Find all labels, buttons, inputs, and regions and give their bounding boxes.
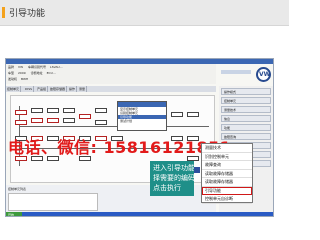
callout-line: 点击执行 xyxy=(153,184,181,192)
popup-item[interactable]: 识别控制单元 xyxy=(202,153,252,161)
control-unit-node[interactable] xyxy=(31,108,43,113)
phone-watermark: 电话、微信: 15816121851 xyxy=(8,138,232,157)
popup-item-guided-functions[interactable]: 引导功能 xyxy=(202,186,252,195)
info-row: 发动机 BWH xyxy=(8,77,29,81)
popup-item[interactable]: 测量技术 xyxy=(202,144,252,153)
control-unit-node[interactable] xyxy=(95,120,107,125)
list-label: 控制单元列表 xyxy=(8,187,27,191)
control-unit-node[interactable] xyxy=(31,118,43,123)
popup-item[interactable]: 故障查询 xyxy=(202,161,252,170)
control-unit-context-menu: 显示控制单元 识别控制单元 引导功能 测试计划 xyxy=(117,101,167,131)
control-unit-node[interactable] xyxy=(15,120,27,125)
tab-bar: 控制单元 DISS 产品组 故障存储器 操作 测量 xyxy=(6,86,216,92)
vehicle-info-area: 品牌 VW 车辆识别代号 LSVAU... 车型 2009 诊断地址 ECU... 发动… xyxy=(6,64,216,84)
control-unit-node[interactable] xyxy=(187,112,199,117)
start-button[interactable]: 开始 xyxy=(6,212,22,216)
control-unit-node[interactable] xyxy=(171,112,183,117)
windows-taskbar: 开始 xyxy=(6,212,273,216)
bus-line xyxy=(19,126,209,127)
tab-control-units[interactable]: 控制单元 xyxy=(6,86,22,92)
tab-fault-memory[interactable]: 故障存储器 xyxy=(49,86,68,92)
panel-button[interactable]: 信息 xyxy=(221,115,271,122)
tab-operation[interactable]: 操作 xyxy=(68,86,78,92)
control-unit-node[interactable] xyxy=(63,118,75,123)
panel-button[interactable]: 控制单元 xyxy=(221,97,271,104)
page: 引导功能 品牌 VW 车辆识别代号 LSVAU... 车型 2009 诊断地址 ECU.… xyxy=(0,0,289,226)
control-unit-node[interactable] xyxy=(15,110,27,115)
section-title: 引导功能 xyxy=(9,9,46,19)
popup-item[interactable]: 读取故障存储器 xyxy=(202,170,252,178)
tab-measurement[interactable]: 测量 xyxy=(78,86,88,92)
toolbar-strip[interactable] xyxy=(221,70,251,74)
callout-line: 进入引导功能，选 xyxy=(153,164,209,172)
control-unit-node[interactable] xyxy=(47,118,59,123)
panel-button[interactable]: 测量技术 xyxy=(221,106,271,113)
info-row: 车型 2009 诊断地址 ECU... xyxy=(8,71,56,75)
control-unit-node[interactable] xyxy=(95,108,107,113)
tab-product-group[interactable]: 产品组 xyxy=(36,86,49,92)
popup-item[interactable]: 读取故障存储器 xyxy=(202,178,252,187)
popup-item[interactable]: 控制单元自诊断 xyxy=(202,195,252,204)
control-unit-node[interactable] xyxy=(79,114,91,119)
panel-button[interactable]: 操作模式 xyxy=(221,88,271,95)
section-marker xyxy=(2,7,5,18)
panel-button[interactable]: 功能 xyxy=(221,124,271,131)
function-popup-menu: 测量技术 识别控制单元 故障查询 读取故障存储器 读取故障存储器 引导功能 控制… xyxy=(201,143,253,204)
step-marker-icon xyxy=(194,167,200,173)
callout-line: 择需要的编码， xyxy=(153,174,202,182)
control-unit-node[interactable] xyxy=(47,108,59,113)
control-unit-node[interactable] xyxy=(63,108,75,113)
context-menu-item[interactable]: 测试计划 xyxy=(118,119,166,123)
vw-logo-icon xyxy=(256,67,271,82)
tab-diss[interactable]: DISS xyxy=(24,86,35,92)
info-row: 品牌 VW 车辆识别代号 LSVAU... xyxy=(8,65,63,69)
section-header: 引导功能 xyxy=(0,0,289,26)
instruction-callout: 进入引导功能，选 择需要的编码， 点击执行 xyxy=(150,161,209,196)
control-unit-list[interactable] xyxy=(8,193,98,211)
